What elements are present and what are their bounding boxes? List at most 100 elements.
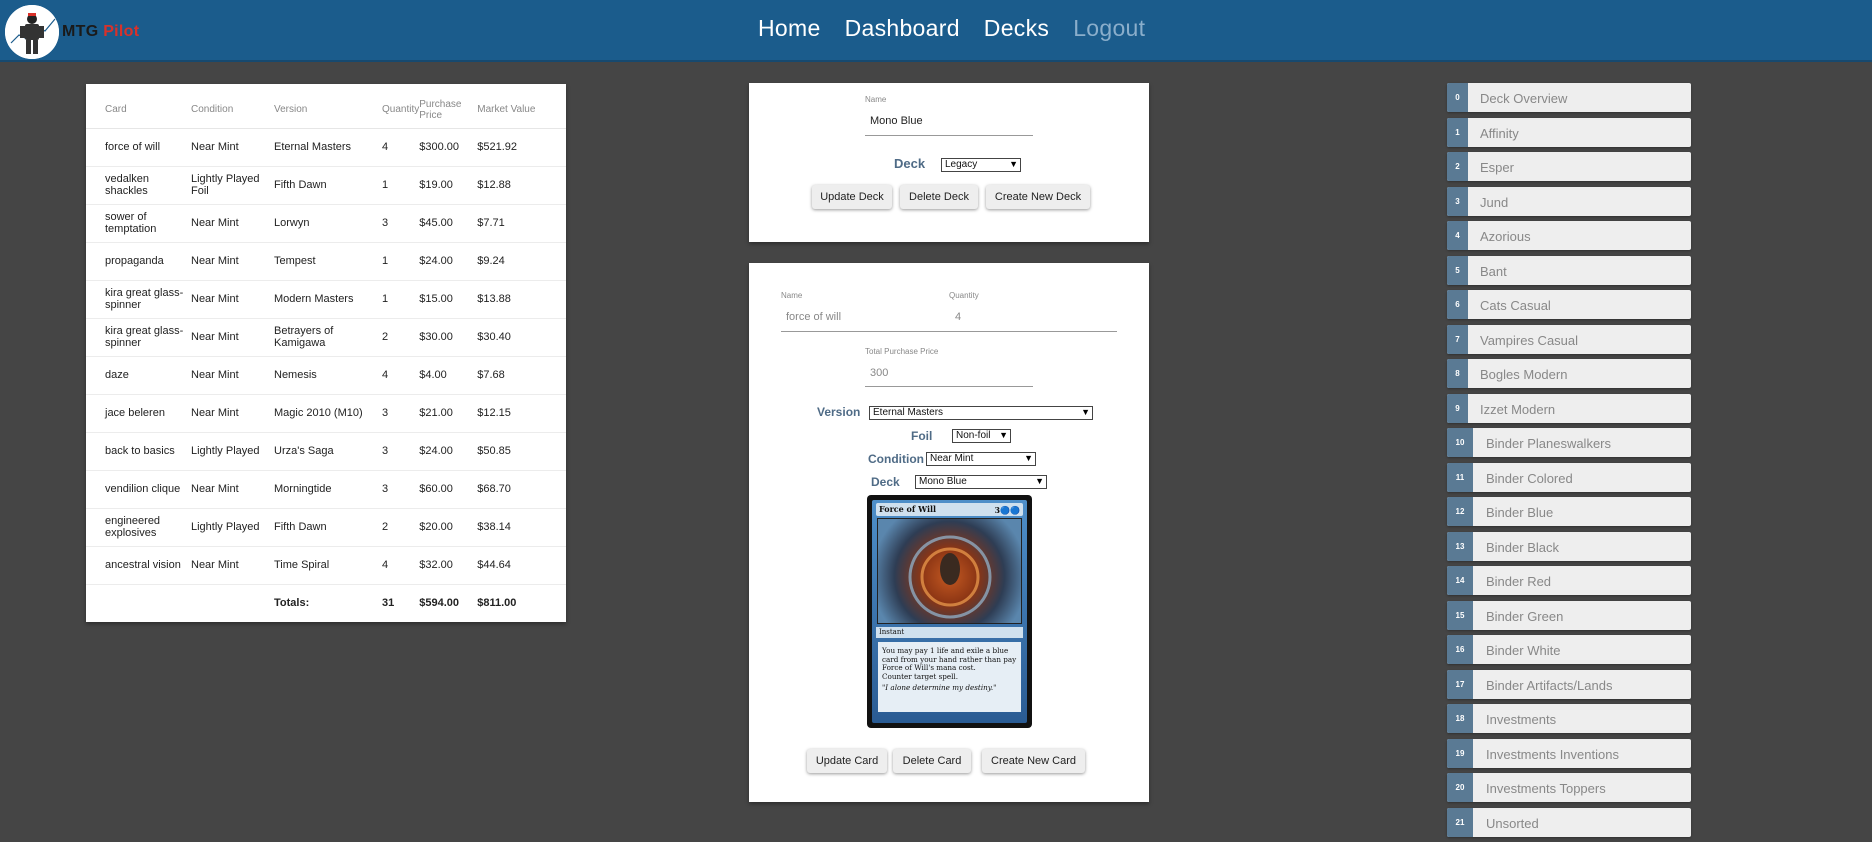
deck-list-item[interactable]: 19 Investments Inventions — [1447, 738, 1691, 768]
deck-list-item[interactable]: 3 Jund — [1447, 186, 1691, 216]
table-row[interactable]: vedalken shackles Lightly Played Foil Fift… — [86, 166, 566, 205]
pilot-logo-icon — [5, 5, 59, 59]
deck-list-item[interactable]: 4 Azorious — [1447, 221, 1691, 250]
table-row[interactable]: daze Near Mint Nemesis 4 $4.00 $7.68 — [86, 356, 566, 395]
table-row[interactable]: back to basics Lightly Played Urza's Saga 3… — [86, 432, 566, 471]
nav-logout-link[interactable]: Logout — [1073, 15, 1145, 42]
card-image: Force of Will 3🔵🔵 Instant You may pay 1 … — [867, 495, 1032, 728]
deck-list-item[interactable]: 13 Binder Black — [1447, 531, 1691, 561]
cell-market-value: $521.92 — [477, 128, 566, 167]
deck-list-item[interactable]: 20 Investments Toppers — [1447, 773, 1691, 802]
deck-list-item[interactable]: 1 Affinity — [1447, 117, 1691, 147]
deck-name-label: Cats Casual — [1480, 298, 1551, 313]
deck-list-item[interactable]: 0 Deck Overview — [1447, 83, 1691, 112]
version-select[interactable]: Eternal Masters ▼ — [869, 406, 1093, 420]
deck-name-label: Investments Toppers — [1486, 781, 1606, 796]
table-row[interactable]: jace beleren Near Mint Magic 2010 (M10) 3 $2… — [86, 394, 566, 433]
table-row[interactable]: ancestral vision Near Mint Time Spiral 4 $32… — [86, 546, 566, 585]
create-deck-button[interactable]: Create New Deck — [986, 185, 1090, 209]
deck-list-item[interactable]: 16 Binder White — [1447, 635, 1691, 664]
card-deck-select[interactable]: Mono Blue ▼ — [915, 475, 1047, 489]
cell-market-value: $12.15 — [477, 394, 566, 433]
table-row[interactable]: force of will Near Mint Eternal Masters 4 $3… — [86, 128, 566, 167]
table-row[interactable]: kira great glass-spinner Near Mint Modern … — [86, 280, 566, 319]
deck-list-item[interactable]: 18 Investments — [1447, 704, 1691, 733]
deck-name-label: Binder Red — [1486, 574, 1552, 589]
deck-list-item[interactable]: 2 Esper — [1447, 152, 1691, 181]
foil-select[interactable]: Non-foil ▼ — [952, 429, 1011, 443]
cell-quantity: 4 — [382, 128, 420, 167]
deck-format-select[interactable]: Legacy ▼ — [941, 158, 1021, 172]
deck-name-label: Affinity — [1480, 125, 1519, 141]
cell-condition: Near Mint — [191, 546, 274, 585]
table-row[interactable]: vendilion clique Near Mint Morningtide 3 $60… — [86, 470, 566, 509]
table-row[interactable]: kira great glass-spinner Near Mint Betraye… — [86, 318, 566, 357]
cell-market-value: $7.71 — [477, 204, 566, 243]
deck-list-item[interactable]: 17 Binder Artifacts/Lands — [1447, 669, 1691, 699]
deck-list-item[interactable]: 14 Binder Red — [1447, 566, 1691, 595]
cell-condition: Lightly Played — [191, 508, 274, 547]
cell-version: Fifth Dawn — [274, 166, 382, 205]
brand-mtg-text: MTG — [62, 23, 99, 40]
condition-select[interactable]: Near Mint ▼ — [926, 452, 1036, 466]
cell-condition: Near Mint — [191, 394, 274, 433]
table-row[interactable]: propaganda Near Mint Tempest 1 $24.00 $9.24 — [86, 242, 566, 281]
deck-index-badge: 6 — [1447, 290, 1468, 319]
card-name-input[interactable]: force of will — [786, 311, 841, 323]
delete-deck-button[interactable]: Delete Deck — [900, 185, 978, 209]
deck-list-item[interactable]: 15 Binder Green — [1447, 600, 1691, 630]
cell-market-value: $68.70 — [477, 470, 566, 509]
deck-list-item[interactable]: 21 Unsorted — [1447, 807, 1691, 837]
card-frame: Force of Will 3🔵🔵 Instant You may pay 1 … — [872, 500, 1027, 723]
deck-list: 0 Deck Overview 1 Affinity 2 Esper 3 Jund 4 Azori… — [1447, 83, 1691, 842]
create-card-button[interactable]: Create New Card — [982, 749, 1085, 773]
cell-purchase-price: $24.00 — [419, 242, 478, 281]
header-condition: Condition — [191, 92, 274, 129]
deck-list-item[interactable]: 6 Cats Casual — [1447, 290, 1691, 319]
cell-market-value: $12.88 — [477, 166, 566, 205]
chevron-down-icon: ▼ — [1081, 407, 1090, 417]
deck-index-badge: 14 — [1447, 566, 1473, 595]
card-title-bar: Force of Will 3🔵🔵 — [876, 503, 1023, 516]
deck-list-item[interactable]: 7 Vampires Casual — [1447, 324, 1691, 354]
deck-index-badge: 18 — [1447, 704, 1473, 733]
nav-dashboard-link[interactable]: Dashboard — [845, 15, 960, 42]
nav-decks-link[interactable]: Decks — [984, 15, 1049, 42]
cell-market-value: $50.85 — [477, 432, 566, 471]
cell-card: daze — [86, 356, 191, 395]
cell-card: force of will — [86, 128, 191, 167]
deck-index-badge: 3 — [1447, 186, 1468, 216]
card-name-underline — [781, 331, 1117, 332]
cell-condition: Near Mint — [191, 242, 274, 281]
chevron-down-icon: ▼ — [999, 430, 1008, 440]
deck-list-item[interactable]: 12 Binder Blue — [1447, 497, 1691, 526]
update-card-button[interactable]: Update Card — [807, 749, 887, 773]
deck-list-item[interactable]: 8 Bogles Modern — [1447, 359, 1691, 388]
deck-index-badge: 10 — [1447, 428, 1473, 457]
card-deck-label: Deck — [871, 475, 900, 489]
brand[interactable]: MTG Pilot — [5, 4, 139, 60]
nav-home-link[interactable]: Home — [758, 15, 821, 42]
table-row[interactable]: engineered explosives Lightly Played Fifth… — [86, 508, 566, 547]
header-market-value: Market Value — [477, 92, 566, 129]
cell-card: kira great glass-spinner — [86, 318, 191, 357]
deck-list-item[interactable]: 10 Binder Planeswalkers — [1447, 428, 1691, 457]
card-list-panel: Card Condition Version Quantity Purchase… — [86, 84, 566, 622]
card-type-bar: Instant — [876, 627, 1023, 638]
deck-name-label: Vampires Casual — [1480, 332, 1579, 348]
deck-list-item[interactable]: 5 Bant — [1447, 255, 1691, 285]
deck-list-item[interactable]: 9 Izzet Modern — [1447, 393, 1691, 423]
total-price-input[interactable]: 300 — [870, 367, 888, 379]
card-deck-value: Mono Blue — [919, 476, 967, 487]
deck-name-input[interactable]: Mono Blue — [870, 115, 923, 127]
quantity-input[interactable]: 4 — [955, 311, 961, 323]
header-version: Version — [274, 92, 382, 129]
update-deck-button[interactable]: Update Deck — [812, 185, 892, 209]
cell-market-value: $38.14 — [477, 508, 566, 547]
table-row[interactable]: sower of temptation Near Mint Lorwyn 3 $45.0… — [86, 204, 566, 243]
navbar: MTG Pilot Home Dashboard Decks Logout — [0, 0, 1872, 62]
card-name-label: Name — [781, 291, 803, 300]
delete-card-button[interactable]: Delete Card — [893, 749, 971, 773]
deck-name-label: Binder Colored — [1486, 470, 1573, 486]
deck-list-item[interactable]: 11 Binder Colored — [1447, 462, 1691, 492]
